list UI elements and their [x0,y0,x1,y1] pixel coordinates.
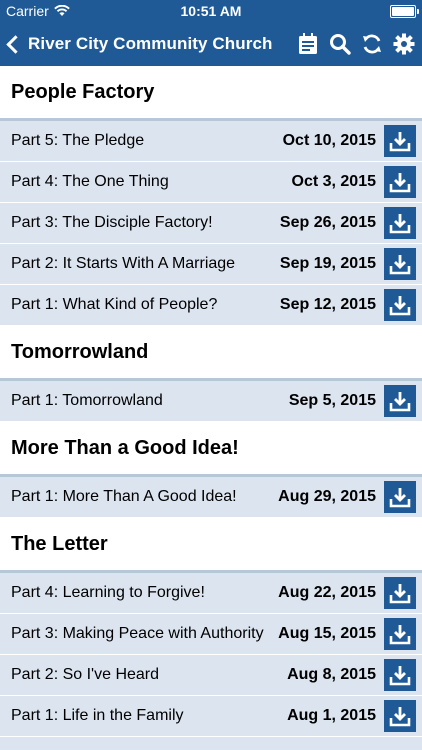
download-icon [389,214,411,234]
item-date: Oct 10, 2015 [282,132,376,149]
download-button[interactable] [384,125,416,157]
download-icon [389,392,411,412]
download-icon [389,584,411,604]
item-title: Part 4: Learning to Forgive! [11,584,205,601]
gear-icon[interactable] [392,32,416,56]
list-item[interactable]: Part 2: It Starts With A Marriage Sep 19,… [0,244,422,285]
item-date: Aug 29, 2015 [278,488,376,505]
download-icon [389,173,411,193]
section-header: The Letter [0,518,422,571]
nav-title: River City Community Church [28,34,273,53]
item-title: Part 1: More Than A Good Idea! [11,488,237,505]
item-title: Part 2: So I've Heard [11,666,160,683]
item-date: Sep 12, 2015 [279,296,376,313]
list-item[interactable]: Part 1: Tomorrowland Sep 5, 2015 [0,379,422,422]
list-item[interactable]: Part 5: The Pledge Oct 10, 2015 [0,119,422,162]
item-title: Part 5: The Pledge [11,132,145,149]
list-item[interactable]: Part 1: Life in the Family Aug 1, 2015 [0,696,422,737]
item-date: Aug 1, 2015 [287,707,376,724]
item-title: Part 2: It Starts With A Marriage [11,255,236,272]
section-header: More Than a Good Idea! [0,422,422,475]
battery-icon [390,5,419,18]
download-icon [389,132,411,152]
list-item[interactable]: Part 3: Making Peace with Authority Aug 1… [0,614,422,655]
back-button[interactable]: River City Community Church [0,34,273,54]
item-title: Part 3: The Disciple Factory! [11,214,213,231]
download-button[interactable] [384,385,416,417]
item-date: Aug 8, 2015 [287,666,376,683]
list-item[interactable]: Part 1: More Than A Good Idea! Aug 29, 20… [0,475,422,518]
download-button[interactable] [384,289,416,321]
item-title: Part 3: Making Peace with Authority [11,625,264,642]
item-title: Part 1: What Kind of People? [11,296,218,313]
download-icon [389,488,411,508]
item-date: Oct 3, 2015 [291,173,377,190]
download-icon [389,666,411,686]
download-button[interactable] [384,207,416,239]
download-icon [389,255,411,275]
search-icon[interactable] [328,32,352,56]
refresh-icon[interactable] [360,32,384,56]
download-button[interactable] [384,700,416,732]
status-bar: Carrier 10:51 AM [0,0,422,22]
list-item[interactable]: Part 4: Learning to Forgive! Aug 22, 2015 [0,571,422,614]
item-date: Sep 19, 2015 [279,255,376,272]
list-item[interactable]: Part 3: The Disciple Factory! Sep 26, 201… [0,203,422,244]
download-icon [389,296,411,316]
item-title: Part 1: Life in the Family [11,707,184,724]
download-button[interactable] [384,248,416,280]
download-button[interactable] [384,481,416,513]
download-icon [389,707,411,727]
download-button[interactable] [384,659,416,691]
download-button[interactable] [384,618,416,650]
item-title: Part 4: The One Thing [11,173,169,190]
download-icon [389,625,411,645]
list-item[interactable]: Part 4: The One Thing Oct 3, 2015 [0,162,422,203]
download-button[interactable] [384,166,416,198]
chevron-left-icon [6,35,25,54]
section-header: People Factory [0,66,422,119]
list-item[interactable]: Part 1: What Kind of People? Sep 12, 2015 [0,285,422,326]
item-date: Sep 26, 2015 [279,214,376,231]
list-item[interactable]: Part 2: So I've Heard Aug 8, 2015 [0,655,422,696]
item-date: Aug 22, 2015 [278,584,376,601]
nav-actions [296,32,416,56]
item-date: Aug 15, 2015 [278,625,376,642]
status-time: 10:51 AM [180,3,242,19]
notes-icon[interactable] [296,32,320,56]
section-header: Tomorrowland [0,326,422,379]
item-title: Part 1: Tomorrowland [11,392,163,409]
sermon-list: People Factory Part 5: The Pledge Oct 10,… [0,66,422,750]
download-button[interactable] [384,577,416,609]
item-date: Sep 5, 2015 [288,392,376,409]
nav-bar: River City Community Church [0,22,422,66]
